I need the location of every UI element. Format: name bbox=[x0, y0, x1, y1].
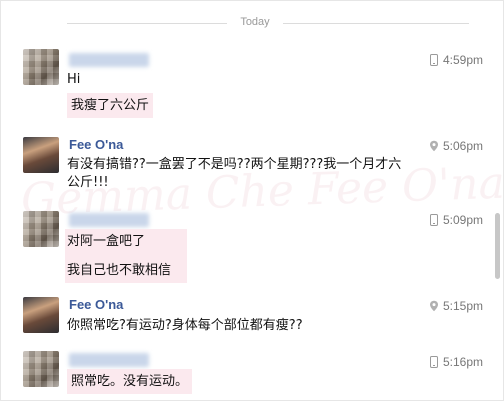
avatar[interactable] bbox=[23, 137, 59, 173]
message-text: 我瘦了六公斤 bbox=[67, 93, 154, 118]
message-time: 5:09pm bbox=[429, 213, 483, 227]
chat-window: Gemma Che Fee O'na Today 4:59pm Hi 我瘦了六公… bbox=[0, 0, 504, 401]
message-text: 有没有搞错??一盒罢了不是吗??两个星期???我一个月才六 bbox=[67, 157, 402, 172]
location-pin-icon bbox=[429, 140, 438, 152]
phone-icon bbox=[429, 54, 438, 66]
time-text: 5:06pm bbox=[442, 139, 483, 153]
avatar[interactable] bbox=[23, 297, 59, 333]
time-text: 5:15pm bbox=[442, 299, 483, 313]
sender-name[interactable] bbox=[69, 353, 149, 367]
phone-icon bbox=[429, 214, 438, 226]
message-text: 照常吃。没有运动。 bbox=[67, 369, 193, 394]
message-time: 5:16pm bbox=[429, 355, 483, 369]
message-time: 5:15pm bbox=[429, 299, 483, 313]
message-text: 你照常吃?有运动?身体每个部位都有瘦?? bbox=[67, 318, 303, 333]
message-time: 5:06pm bbox=[429, 139, 483, 153]
sender-name[interactable]: Fee O'na bbox=[69, 137, 123, 152]
message-text: 公斤!!! bbox=[67, 175, 109, 190]
avatar[interactable] bbox=[23, 351, 59, 387]
date-separator: Today bbox=[1, 13, 481, 33]
date-label: Today bbox=[240, 16, 270, 28]
message-text: 我自己也不敢相信 bbox=[67, 263, 172, 278]
time-text: 4:59pm bbox=[442, 53, 483, 67]
message-time: 4:59pm bbox=[429, 53, 483, 67]
avatar[interactable] bbox=[23, 49, 59, 85]
location-pin-icon bbox=[429, 300, 438, 312]
separator-line bbox=[67, 23, 227, 24]
message-text: 对阿一盒吧了 bbox=[67, 234, 146, 249]
sender-name[interactable] bbox=[69, 213, 149, 227]
avatar[interactable] bbox=[23, 211, 59, 247]
message-text: Hi bbox=[67, 72, 81, 87]
scrollbar[interactable] bbox=[495, 213, 500, 279]
phone-icon bbox=[429, 356, 438, 368]
time-text: 5:16pm bbox=[442, 355, 483, 369]
time-text: 5:09pm bbox=[442, 213, 483, 227]
separator-line bbox=[283, 23, 469, 24]
sender-name[interactable]: Fee O'na bbox=[69, 297, 123, 312]
sender-name[interactable] bbox=[69, 53, 149, 67]
